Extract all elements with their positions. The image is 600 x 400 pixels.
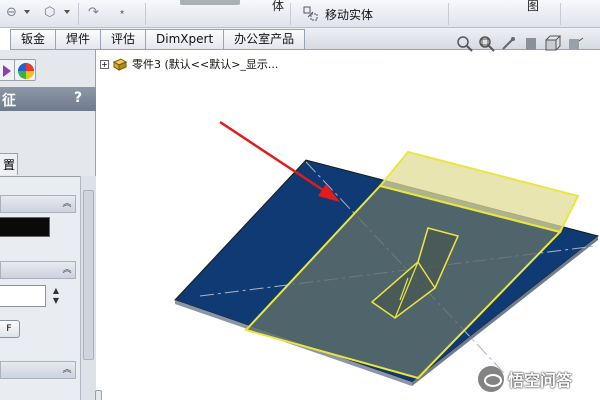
zoom-to-fit-icon[interactable] — [455, 34, 475, 54]
color-swatch[interactable] — [0, 217, 50, 237]
toolbar-divider — [560, 3, 561, 25]
pointer-arrow-shaft — [219, 120, 327, 194]
watermark-text: 悟空问答 — [508, 371, 573, 390]
toolbar-divider — [145, 3, 146, 25]
appearance-icon[interactable] — [14, 59, 36, 81]
display-style-icon[interactable] — [565, 34, 585, 54]
function-button[interactable]: F — [0, 320, 20, 338]
property-manager-panel: 征 ? 置 ︽ ︽ ︽ ▲ ▼ F — [0, 50, 102, 400]
trim-icon[interactable]: ⋆ — [118, 5, 126, 21]
tab-evaluate[interactable]: 评估 — [100, 29, 147, 49]
scrollbar-thumb[interactable] — [83, 190, 94, 360]
toolbar-divider — [290, 3, 291, 25]
group-header[interactable]: ︽ — [0, 261, 76, 279]
tab-office-products[interactable]: 办公室产品 — [223, 29, 306, 49]
value-input[interactable] — [0, 285, 46, 307]
settings-icon[interactable]: ⊖ — [6, 5, 17, 21]
tree-expand-toggle[interactable]: + — [100, 59, 109, 69]
panel-splitter-handle[interactable] — [95, 390, 102, 400]
tab-sheet-metal[interactable]: 钣金 — [10, 29, 57, 49]
chevron-up-icon[interactable]: ︽ — [61, 264, 73, 276]
partial-toolbar-label: 图 — [527, 0, 540, 13]
toolbar-divider — [448, 3, 449, 25]
part-icon — [112, 58, 128, 71]
chevron-down-icon[interactable] — [64, 10, 70, 14]
move-entities-button[interactable]: 移动实体 — [302, 3, 373, 25]
fillet-icon[interactable]: ↷ — [88, 5, 99, 21]
chevron-down-icon[interactable] — [24, 10, 30, 14]
move-entities-icon — [303, 6, 318, 21]
toolbar-divider — [78, 3, 79, 25]
part-name-label: 零件3 (默认<<默认>_显示... — [132, 58, 279, 71]
tab-weldments[interactable]: 焊件 — [55, 29, 102, 49]
tab-dimxpert[interactable]: DimXpert — [145, 29, 225, 49]
partial-toolbar-label: 体 — [272, 0, 285, 13]
settings-tab[interactable]: 置 — [0, 153, 18, 175]
spin-arrows[interactable]: ▲ ▼ — [50, 286, 62, 306]
partial-toolbar-button[interactable] — [180, 0, 240, 5]
property-manager-title-bar: 征 ? — [0, 87, 96, 111]
feature-tree-flyout[interactable]: + 零件3 (默认<<默认>_显示... — [100, 56, 278, 72]
page-title: 征 — [2, 93, 16, 109]
panel-scrollbar[interactable] — [80, 176, 96, 400]
zoom-area-icon[interactable] — [477, 34, 497, 54]
panel-tab-row — [0, 58, 96, 82]
group-header[interactable]: ︽ — [0, 195, 76, 213]
top-toolbar: ⊖ ⬡ ↷ ⋆ 体 移动实体 图 — [0, 0, 600, 28]
move-entities-label: 移动实体 — [325, 7, 374, 22]
view-orientation-icon[interactable] — [543, 34, 563, 54]
group-header[interactable]: ︽ — [0, 361, 76, 379]
previous-view-icon[interactable] — [499, 34, 519, 54]
watermark-logo-icon — [478, 366, 504, 392]
help-button[interactable]: ? — [74, 90, 82, 106]
chevron-up-icon[interactable]: ︽ — [61, 364, 73, 376]
heads-up-view-toolbar — [455, 34, 585, 54]
chevron-up-icon[interactable]: ︽ — [61, 198, 73, 210]
watermark: 悟空问答 — [478, 366, 572, 392]
section-view-icon[interactable] — [521, 34, 541, 54]
hexagon-icon[interactable]: ⬡ — [44, 5, 55, 21]
tab-strip: 钣金 焊件 评估 DimXpert 办公室产品 — [10, 29, 306, 49]
